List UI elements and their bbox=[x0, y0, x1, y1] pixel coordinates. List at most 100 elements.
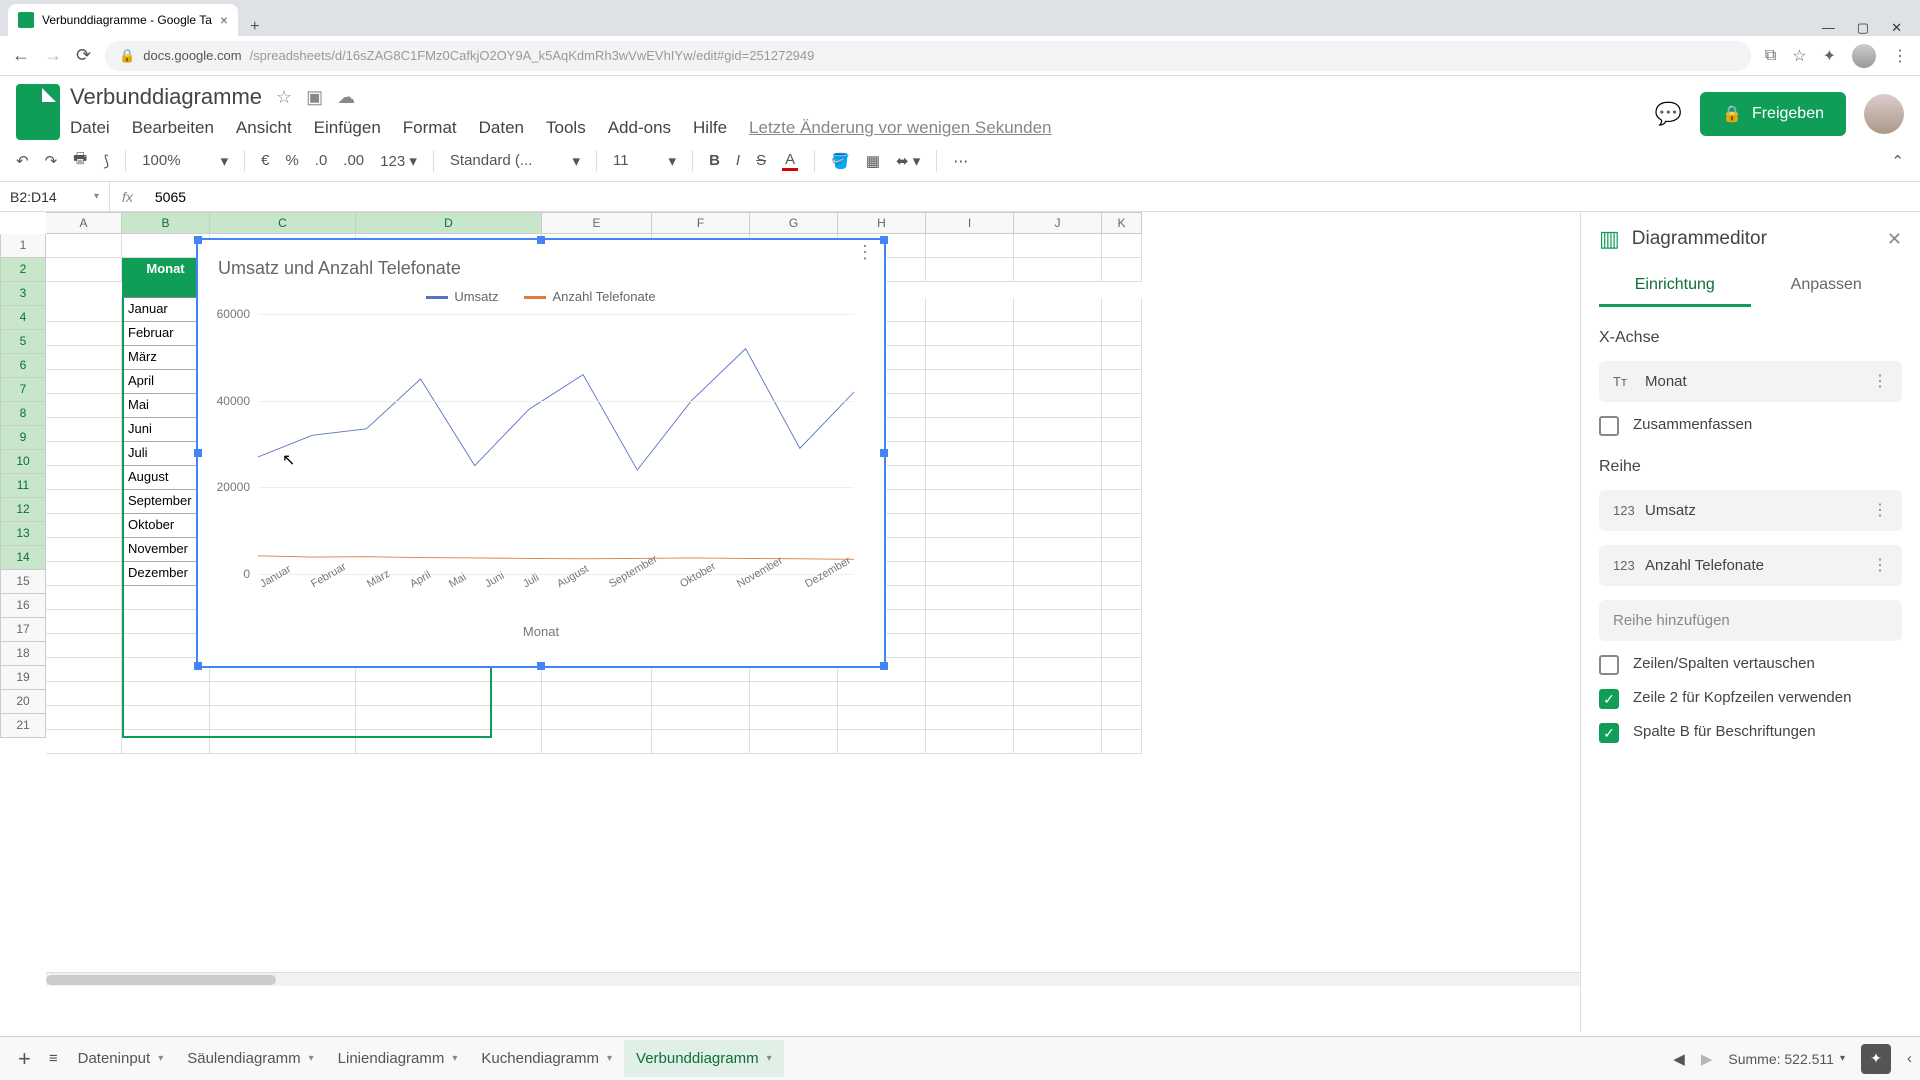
field-more-icon[interactable]: ⋮ bbox=[1872, 509, 1888, 513]
cell[interactable] bbox=[46, 514, 122, 538]
back-icon[interactable]: ← bbox=[12, 45, 30, 66]
tab-setup[interactable]: Einrichtung bbox=[1599, 266, 1751, 307]
cell[interactable] bbox=[926, 418, 1014, 442]
cell[interactable] bbox=[1102, 562, 1142, 586]
address-bar[interactable]: 🔒 docs.google.com/spreadsheets/d/16sZAG8… bbox=[105, 41, 1751, 71]
row-header[interactable]: 1 bbox=[0, 234, 46, 258]
cell[interactable] bbox=[46, 442, 122, 466]
checkbox-unchecked-icon[interactable] bbox=[1599, 655, 1619, 675]
cell[interactable] bbox=[46, 586, 122, 610]
column-header[interactable]: G bbox=[750, 212, 838, 234]
cell[interactable] bbox=[122, 706, 210, 730]
column-header[interactable]: C bbox=[210, 212, 356, 234]
column-header[interactable]: F bbox=[652, 212, 750, 234]
redo-icon[interactable]: ↷ bbox=[45, 152, 58, 170]
cell[interactable] bbox=[1014, 258, 1102, 282]
cell[interactable] bbox=[1102, 370, 1142, 394]
cell[interactable] bbox=[46, 234, 122, 258]
column-header[interactable]: B bbox=[122, 212, 210, 234]
cell[interactable] bbox=[122, 682, 210, 706]
sheet-tab[interactable]: Dateninput▾ bbox=[66, 1040, 176, 1077]
share-chrome-icon[interactable]: ⧉ bbox=[1765, 47, 1776, 65]
cell[interactable] bbox=[750, 730, 838, 754]
scroll-tabs-left-icon[interactable]: ◀ bbox=[1673, 1050, 1685, 1068]
cell[interactable] bbox=[46, 610, 122, 634]
cell[interactable] bbox=[1102, 658, 1142, 682]
menu-datei[interactable]: Datei bbox=[70, 118, 110, 138]
series-field-anzahl[interactable]: 123 Anzahl Telefonate ⋮ bbox=[1599, 545, 1902, 586]
cell[interactable] bbox=[652, 706, 750, 730]
aggregate-checkbox-row[interactable]: Zusammenfassen bbox=[1599, 416, 1902, 436]
labels-checkbox-row[interactable]: ✓ Spalte B für Beschriftungen bbox=[1599, 723, 1902, 743]
column-header[interactable]: J bbox=[1014, 212, 1102, 234]
row-header[interactable]: 18 bbox=[0, 642, 46, 666]
cell[interactable] bbox=[1102, 514, 1142, 538]
sheets-logo-icon[interactable] bbox=[16, 84, 60, 140]
cell[interactable] bbox=[1102, 258, 1142, 282]
cell[interactable] bbox=[926, 586, 1014, 610]
cell[interactable] bbox=[1014, 466, 1102, 490]
more-toolbar-icon[interactable]: ⋯ bbox=[953, 152, 968, 170]
cell[interactable] bbox=[1102, 730, 1142, 754]
cell[interactable] bbox=[1014, 562, 1102, 586]
cell[interactable] bbox=[1102, 322, 1142, 346]
cell[interactable] bbox=[1014, 298, 1102, 322]
bookmark-icon[interactable]: ☆ bbox=[1792, 46, 1806, 66]
bold-button[interactable]: B bbox=[709, 152, 720, 169]
account-avatar[interactable] bbox=[1864, 94, 1904, 134]
cell[interactable] bbox=[46, 322, 122, 346]
row-header[interactable]: 21 bbox=[0, 714, 46, 738]
cloud-icon[interactable]: ☁ bbox=[337, 87, 355, 108]
increase-decimal-button[interactable]: .00 bbox=[343, 152, 364, 169]
cell[interactable] bbox=[926, 610, 1014, 634]
decrease-decimal-button[interactable]: .0 bbox=[315, 152, 328, 169]
field-more-icon[interactable]: ⋮ bbox=[1872, 380, 1888, 384]
cell[interactable] bbox=[1102, 682, 1142, 706]
cell[interactable] bbox=[46, 418, 122, 442]
cell[interactable] bbox=[926, 394, 1014, 418]
sheet-tab[interactable]: Säulendiagramm▾ bbox=[175, 1040, 325, 1077]
cell[interactable] bbox=[926, 466, 1014, 490]
series-field-umsatz[interactable]: 123 Umsatz ⋮ bbox=[1599, 490, 1902, 531]
cell[interactable] bbox=[1102, 634, 1142, 658]
row-header[interactable]: 6 bbox=[0, 354, 46, 378]
cell[interactable] bbox=[926, 322, 1014, 346]
cell[interactable] bbox=[46, 706, 122, 730]
strikethrough-button[interactable]: S bbox=[756, 152, 766, 169]
share-button[interactable]: 🔒 Freigeben bbox=[1700, 92, 1846, 136]
cell[interactable] bbox=[542, 730, 652, 754]
undo-icon[interactable]: ↶ bbox=[16, 152, 29, 170]
cell[interactable] bbox=[46, 298, 122, 322]
cell[interactable] bbox=[926, 682, 1014, 706]
cell[interactable] bbox=[1014, 346, 1102, 370]
cell[interactable] bbox=[1102, 394, 1142, 418]
cell[interactable] bbox=[1014, 418, 1102, 442]
cell[interactable] bbox=[750, 706, 838, 730]
formula-value[interactable]: 5065 bbox=[145, 189, 196, 205]
cell[interactable] bbox=[46, 730, 122, 754]
cell[interactable] bbox=[1014, 442, 1102, 466]
row-header[interactable]: 12 bbox=[0, 498, 46, 522]
cell[interactable] bbox=[1102, 706, 1142, 730]
italic-button[interactable]: I bbox=[736, 152, 740, 169]
font-family-select[interactable]: Standard (...▾ bbox=[450, 152, 580, 170]
document-title[interactable]: Verbunddiagramme bbox=[70, 84, 262, 110]
cell[interactable] bbox=[1014, 658, 1102, 682]
cell[interactable] bbox=[838, 682, 926, 706]
number-format-button[interactable]: 123 ▾ bbox=[380, 152, 417, 170]
cell[interactable] bbox=[1014, 370, 1102, 394]
forward-icon[interactable]: → bbox=[44, 45, 62, 66]
cell[interactable] bbox=[1102, 538, 1142, 562]
cell[interactable] bbox=[926, 514, 1014, 538]
menu-einfuegen[interactable]: Einfügen bbox=[314, 118, 381, 138]
cell[interactable] bbox=[926, 538, 1014, 562]
borders-icon[interactable]: ▦ bbox=[866, 152, 880, 170]
column-header[interactable]: A bbox=[46, 212, 122, 234]
currency-button[interactable]: € bbox=[261, 152, 269, 169]
cell[interactable] bbox=[1014, 730, 1102, 754]
close-editor-icon[interactable]: ✕ bbox=[1887, 229, 1902, 250]
cell[interactable] bbox=[1102, 346, 1142, 370]
menu-ansicht[interactable]: Ansicht bbox=[236, 118, 292, 138]
cell[interactable] bbox=[1014, 586, 1102, 610]
fill-color-icon[interactable]: 🪣 bbox=[831, 152, 850, 170]
